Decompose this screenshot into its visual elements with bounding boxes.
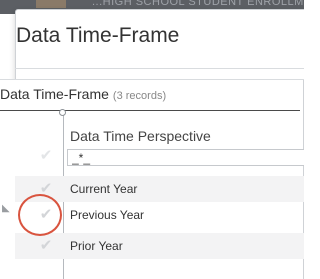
title-divider — [15, 68, 304, 69]
column-header-data-time-perspective[interactable]: Data Time Perspective — [70, 128, 211, 144]
banner-text: ...HIGH SCHOOL STUDENT ENROLLMENT — [92, 0, 304, 8]
row-label: Prior Year — [70, 239, 123, 253]
checkmark-icon[interactable]: ✔ — [37, 233, 55, 259]
card-header-divider — [0, 110, 300, 111]
row-label: Current Year — [70, 182, 138, 196]
banner-thumbnail — [36, 0, 66, 8]
highlight-ring-annotation — [18, 194, 62, 236]
arrow-pointer-icon: ◣ — [2, 203, 10, 214]
row-label: Previous Year — [70, 208, 145, 222]
checkmark-icon: ✔ — [39, 147, 53, 164]
tree-connector-knob — [59, 109, 66, 116]
card-title: Data Time-Frame — [0, 86, 109, 102]
screen: ...HIGH SCHOOL STUDENT ENROLLMENT Data T… — [0, 0, 304, 279]
column-filter-input[interactable] — [67, 149, 304, 166]
record-count: (3 records) — [112, 90, 167, 102]
dialog-title: Data Time-Frame — [16, 24, 180, 47]
table-row[interactable]: ✔ Current Year — [15, 176, 304, 202]
table-row[interactable]: ✔ Prior Year — [15, 233, 304, 259]
card-header: Data Time-Frame (3 records) — [0, 86, 166, 104]
